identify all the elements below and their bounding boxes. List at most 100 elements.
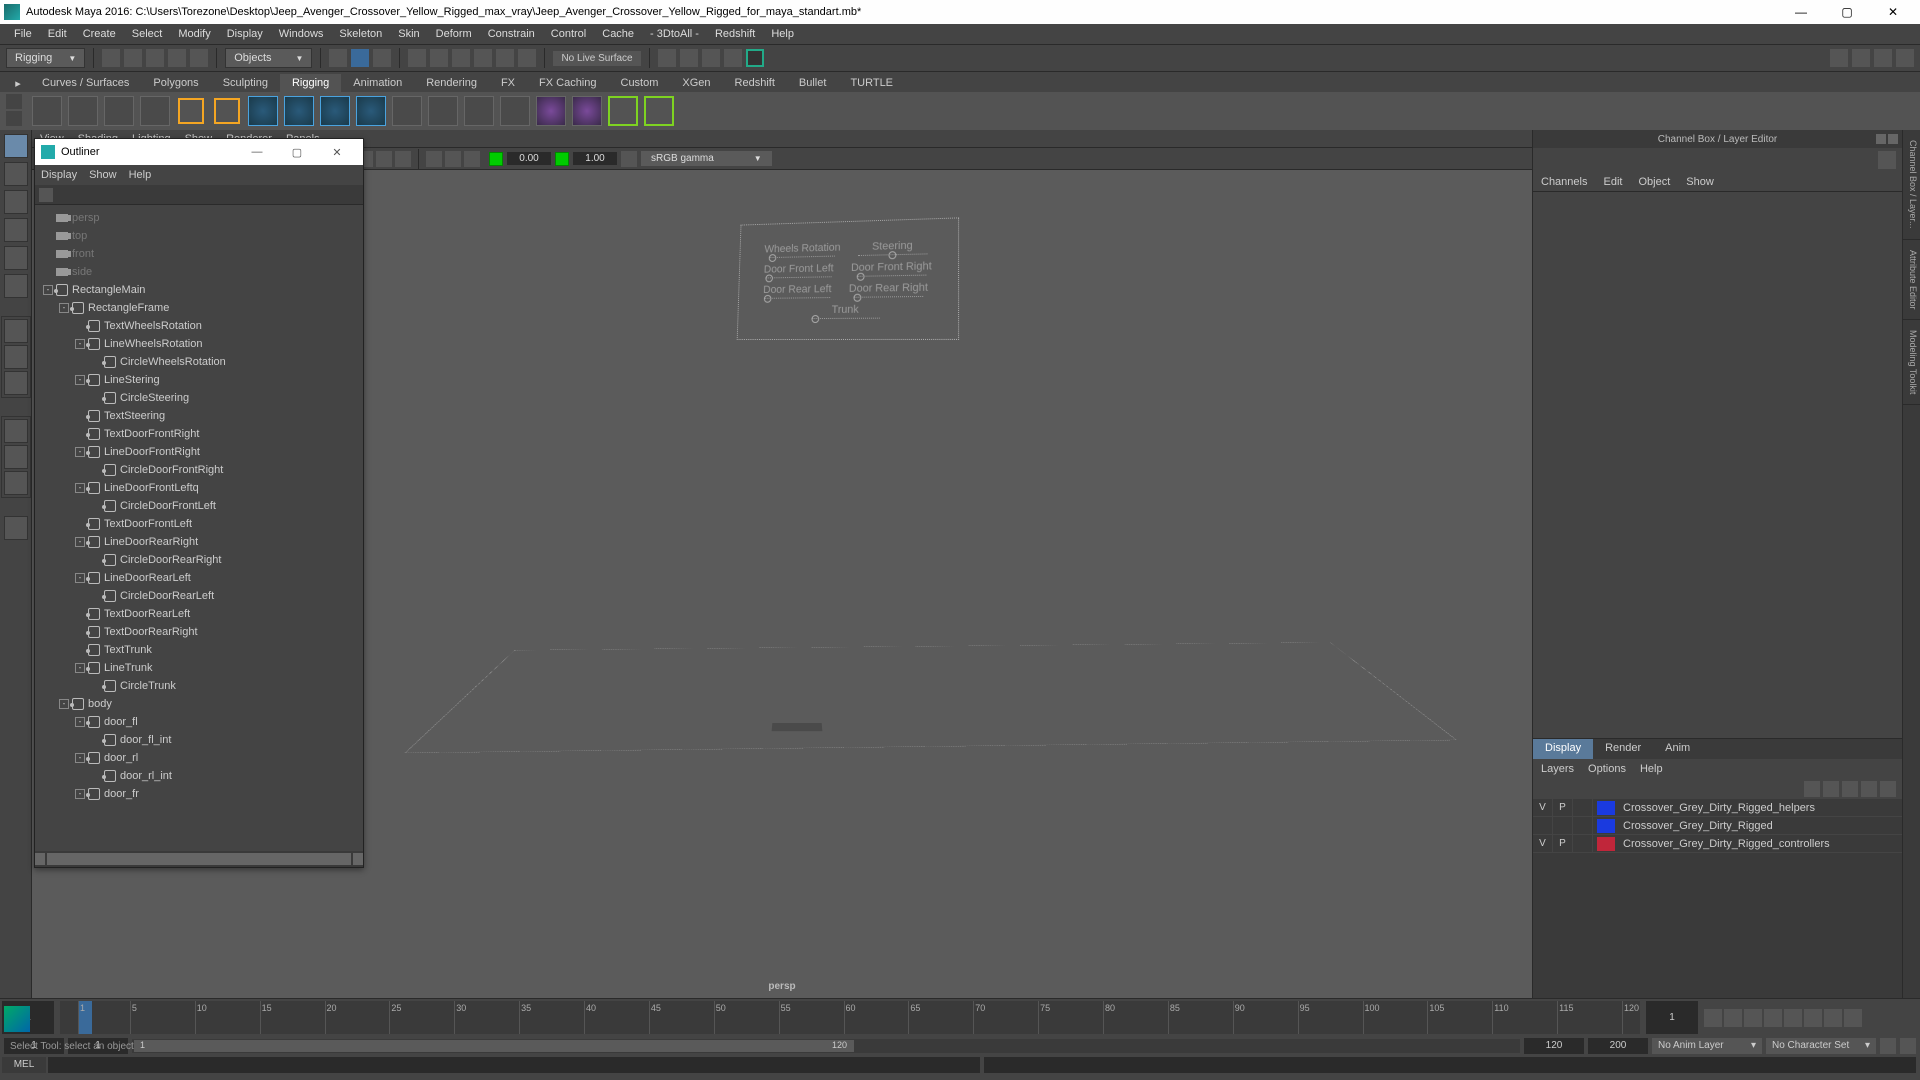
shelf-tab-xgen[interactable]: XGen bbox=[670, 74, 722, 92]
vtab-channelbox[interactable]: Channel Box / Layer... bbox=[1903, 130, 1920, 240]
close-button[interactable]: ✕ bbox=[1870, 0, 1916, 24]
lasso-tool[interactable] bbox=[4, 162, 28, 186]
tree-expander[interactable]: - bbox=[75, 483, 85, 493]
menu-windows[interactable]: Windows bbox=[271, 26, 332, 42]
layer-menu-layers[interactable]: Layers bbox=[1541, 763, 1574, 775]
shelf-tab-redshift[interactable]: Redshift bbox=[723, 74, 787, 92]
layer-tab-display[interactable]: Display bbox=[1533, 739, 1593, 759]
layer-row[interactable]: VPCrossover_Grey_Dirty_Rigged_controller… bbox=[1533, 835, 1902, 853]
tree-item-TextSteering[interactable]: TextSteering bbox=[35, 407, 363, 425]
layer-row[interactable]: Crossover_Grey_Dirty_Rigged bbox=[1533, 817, 1902, 835]
tree-item-CircleDoorFrontRight[interactable]: CircleDoorFrontRight bbox=[35, 461, 363, 479]
tree-expander[interactable]: - bbox=[75, 663, 85, 673]
gamma-value-b[interactable]: 1.00 bbox=[573, 152, 617, 165]
outliner-menu-show[interactable]: Show bbox=[89, 169, 117, 181]
tree-item-CircleDoorRearRight[interactable]: CircleDoorRearRight bbox=[35, 551, 363, 569]
autokey-icon[interactable] bbox=[1880, 1038, 1896, 1054]
menu--dtoall-[interactable]: - 3DtoAll - bbox=[642, 26, 707, 42]
outliner-close-button[interactable]: ✕ bbox=[317, 146, 357, 159]
color-mgmt-selector[interactable]: sRGB gamma ▼ bbox=[641, 151, 772, 166]
new-scene-icon[interactable] bbox=[102, 49, 120, 67]
shelf-icon-17[interactable] bbox=[606, 94, 640, 128]
ctrl-trunk[interactable]: Trunk bbox=[811, 304, 879, 320]
layout-two[interactable] bbox=[4, 371, 28, 395]
snap-point-icon[interactable] bbox=[373, 49, 391, 67]
menu-redshift[interactable]: Redshift bbox=[707, 26, 763, 42]
menu-control[interactable]: Control bbox=[543, 26, 594, 42]
layer-tab-anim[interactable]: Anim bbox=[1653, 739, 1702, 759]
cb-menu-channels[interactable]: Channels bbox=[1541, 176, 1587, 188]
layout-icon1[interactable] bbox=[1830, 49, 1848, 67]
move-tool[interactable] bbox=[4, 218, 28, 242]
layer-menu-help[interactable]: Help bbox=[1640, 763, 1663, 775]
tree-expander[interactable]: - bbox=[75, 789, 85, 799]
tree-expander[interactable]: - bbox=[59, 303, 69, 313]
sym-icon5[interactable] bbox=[496, 49, 514, 67]
step-back-icon[interactable] bbox=[1744, 1009, 1762, 1027]
step-fwd-key-icon[interactable] bbox=[1824, 1009, 1842, 1027]
maximize-button[interactable]: ▢ bbox=[1824, 0, 1870, 24]
cb-menu-show[interactable]: Show bbox=[1686, 176, 1714, 188]
tree-item-LineTrunk[interactable]: -LineTrunk bbox=[35, 659, 363, 677]
shelf-icon-9[interactable] bbox=[318, 94, 352, 128]
shelf-tab-custom[interactable]: Custom bbox=[609, 74, 671, 92]
prefs-icon[interactable] bbox=[1900, 1038, 1916, 1054]
menu-modify[interactable]: Modify bbox=[170, 26, 218, 42]
menu-file[interactable]: File bbox=[6, 26, 40, 42]
outliner-hscroll[interactable] bbox=[35, 851, 363, 867]
tree-item-top[interactable]: top bbox=[35, 227, 363, 245]
tree-expander[interactable]: - bbox=[75, 717, 85, 727]
command-input[interactable] bbox=[48, 1057, 980, 1073]
tree-expander[interactable]: - bbox=[43, 285, 53, 295]
panel-close-icon[interactable] bbox=[1888, 134, 1898, 144]
scroll-left-icon[interactable] bbox=[35, 853, 45, 865]
ctrl-door-rl[interactable]: Door Rear Left bbox=[763, 283, 832, 299]
tree-item-TextDoorRearRight[interactable]: TextDoorRearRight bbox=[35, 623, 363, 641]
layer-playback[interactable] bbox=[1553, 817, 1573, 835]
tree-item-body[interactable]: -body bbox=[35, 695, 363, 713]
panel-undock-icon[interactable] bbox=[1876, 134, 1886, 144]
shelf-tab-fx[interactable]: FX bbox=[489, 74, 527, 92]
layer-extra[interactable] bbox=[1573, 835, 1593, 853]
layout-icon3[interactable] bbox=[1874, 49, 1892, 67]
outliner-search[interactable] bbox=[35, 185, 363, 205]
menu-cache[interactable]: Cache bbox=[594, 26, 642, 42]
shelf-icon-12[interactable] bbox=[426, 94, 460, 128]
ipr-icon[interactable] bbox=[680, 49, 698, 67]
sym-icon3[interactable] bbox=[452, 49, 470, 67]
ctrl-wheels[interactable]: Wheels Rotation bbox=[764, 242, 840, 258]
layer-extra[interactable] bbox=[1573, 799, 1593, 817]
shelf-tab-rendering[interactable]: Rendering bbox=[414, 74, 489, 92]
scroll-thumb[interactable] bbox=[47, 853, 351, 865]
sym-icon6[interactable] bbox=[518, 49, 536, 67]
tree-expander[interactable]: - bbox=[75, 753, 85, 763]
tree-item-LineStering[interactable]: -LineStering bbox=[35, 371, 363, 389]
menu-help[interactable]: Help bbox=[763, 26, 802, 42]
shelf-tab-animation[interactable]: Animation bbox=[341, 74, 414, 92]
go-start-icon[interactable] bbox=[1704, 1009, 1722, 1027]
go-end-icon[interactable] bbox=[1844, 1009, 1862, 1027]
menu-display[interactable]: Display bbox=[219, 26, 271, 42]
layout-four[interactable] bbox=[4, 345, 28, 369]
tree-item-CircleDoorFrontLeft[interactable]: CircleDoorFrontLeft bbox=[35, 497, 363, 515]
tree-item-LineDoorRearRight[interactable]: -LineDoorRearRight bbox=[35, 533, 363, 551]
outliner-menu-display[interactable]: Display bbox=[41, 169, 77, 181]
menu-skeleton[interactable]: Skeleton bbox=[331, 26, 390, 42]
tree-item-door_rl[interactable]: -door_rl bbox=[35, 749, 363, 767]
tree-item-door_fl[interactable]: -door_fl bbox=[35, 713, 363, 731]
outliner-min-button[interactable]: — bbox=[237, 146, 277, 158]
redo-icon[interactable] bbox=[190, 49, 208, 67]
shelf-icon-5[interactable] bbox=[174, 94, 208, 128]
layout-single[interactable] bbox=[4, 319, 28, 343]
snap-curve-icon[interactable] bbox=[351, 49, 369, 67]
tree-item-LineDoorFrontRight[interactable]: -LineDoorFrontRight bbox=[35, 443, 363, 461]
range-end[interactable]: 120 bbox=[1524, 1038, 1584, 1054]
shelf-tab-sculpting[interactable]: Sculpting bbox=[211, 74, 280, 92]
layout-icon2[interactable] bbox=[1852, 49, 1870, 67]
tree-expander[interactable]: - bbox=[75, 339, 85, 349]
vt-s3[interactable] bbox=[395, 151, 411, 167]
layer-del-icon[interactable] bbox=[1861, 781, 1877, 797]
shelf-icon-7[interactable] bbox=[246, 94, 280, 128]
channel-list[interactable] bbox=[1533, 192, 1902, 738]
shelf-icon-10[interactable] bbox=[354, 94, 388, 128]
